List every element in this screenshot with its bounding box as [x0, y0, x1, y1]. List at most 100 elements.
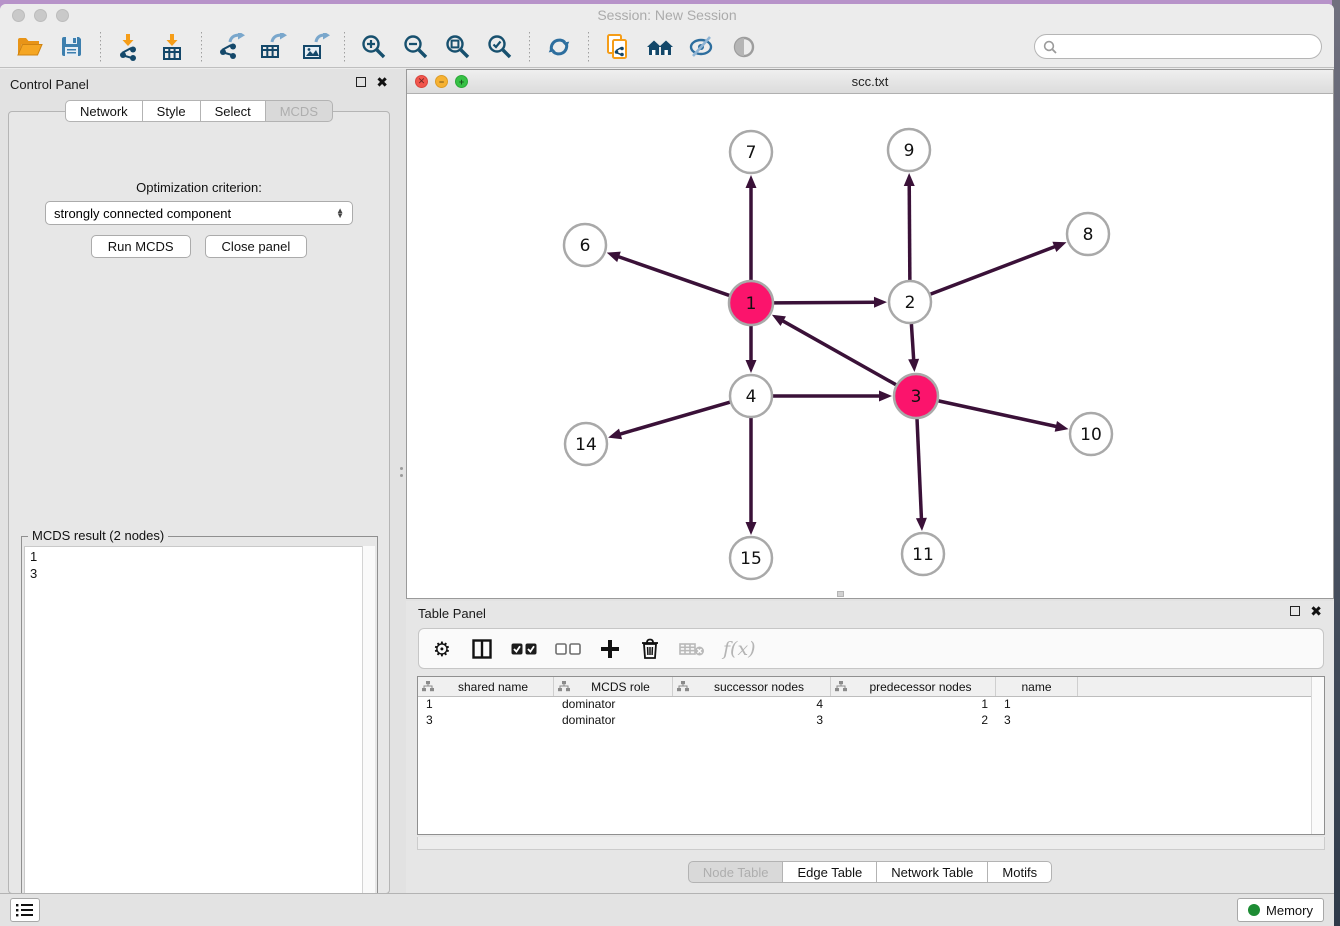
delete-column-icon[interactable] [639, 636, 661, 662]
table-cell: 3 [673, 713, 831, 729]
graph-edge-2-8[interactable] [931, 246, 1058, 294]
optimization-criterion-label: Optimization criterion: [9, 180, 389, 195]
table-scrollbar[interactable] [1311, 677, 1324, 834]
tab-node-table[interactable]: Node Table [688, 861, 784, 883]
control-panel: Control Panel ✖ Network Style Select MCD… [0, 72, 398, 894]
node-table: shared nameMCDS rolesuccessor nodesprede… [417, 676, 1325, 835]
refresh-view-icon[interactable] [542, 30, 576, 64]
optimization-criterion-select[interactable]: strongly connected component ▲▼ [45, 201, 353, 225]
graph-edge-3-10[interactable] [938, 401, 1058, 427]
mcds-result-line: 1 [30, 548, 374, 565]
window-titlebar: Session: New Session [0, 4, 1334, 26]
zoom-fit-icon[interactable] [441, 30, 475, 64]
tab-select[interactable]: Select [201, 100, 266, 122]
graph-edge-3-1[interactable] [781, 320, 896, 385]
graph-edge-1-2[interactable] [774, 302, 877, 303]
graph-edge-arrowhead [904, 173, 915, 186]
mcds-result-box: MCDS result (2 nodes) 1 3 [21, 536, 378, 919]
float-panel-icon[interactable] [356, 77, 366, 87]
mcds-result-scrollbar[interactable] [362, 546, 375, 916]
select-stepper-icon: ▲▼ [336, 208, 344, 218]
toolbar-separator [588, 32, 589, 62]
network-window-title: scc.txt [407, 74, 1333, 89]
zoom-selected-icon[interactable] [483, 30, 517, 64]
toggle-visibility-icon[interactable] [727, 30, 761, 64]
run-mcds-button[interactable]: Run MCDS [91, 235, 191, 258]
column-header-successor-nodes[interactable]: successor nodes [673, 677, 831, 696]
panel-splitter[interactable] [399, 459, 404, 485]
task-list-icon [16, 903, 34, 917]
graph-node-label: 2 [905, 293, 916, 313]
graph-edge-1-6[interactable] [616, 256, 729, 296]
toolbar-separator [344, 32, 345, 62]
mcds-panel-body: Optimization criterion: strongly connect… [8, 111, 390, 894]
open-session-icon[interactable] [12, 30, 46, 64]
import-table-icon[interactable] [155, 30, 189, 64]
column-header-shared-name[interactable]: shared name [418, 677, 554, 696]
select-all-icon[interactable] [511, 636, 537, 662]
column-header-predecessor-nodes[interactable]: predecessor nodes [831, 677, 996, 696]
tab-mcds[interactable]: MCDS [266, 100, 333, 122]
window-title: Session: New Session [0, 7, 1334, 23]
table-options-icon[interactable]: ⚙ [431, 636, 453, 662]
table-hscrollbar[interactable] [417, 837, 1325, 850]
close-table-panel-icon[interactable]: ✖ [1310, 606, 1322, 616]
task-history-button[interactable] [10, 898, 40, 922]
save-session-icon[interactable] [54, 30, 88, 64]
zoom-in-icon[interactable] [357, 30, 391, 64]
graph-node-label: 3 [911, 387, 922, 407]
graph-node-label: 7 [746, 143, 757, 163]
mcds-result-text[interactable]: 1 3 [24, 546, 375, 916]
toolbar-separator [201, 32, 202, 62]
column-header-name[interactable]: name [996, 677, 1078, 696]
table-row[interactable]: 1dominator411 [418, 697, 1324, 713]
export-image-icon[interactable] [298, 30, 332, 64]
delete-table-icon [679, 636, 705, 662]
deselect-all-icon[interactable] [555, 636, 581, 662]
float-table-panel-icon[interactable] [1290, 606, 1300, 616]
graph-edge-4-14[interactable] [618, 402, 730, 435]
memory-status-icon [1248, 904, 1260, 916]
toggle-style-icon[interactable] [685, 30, 719, 64]
export-table-icon[interactable] [256, 30, 290, 64]
tab-edge-table[interactable]: Edge Table [783, 861, 877, 883]
search-input[interactable] [1062, 39, 1321, 54]
zoom-out-icon[interactable] [399, 30, 433, 64]
column-layout-icon[interactable] [471, 636, 493, 662]
graph-edge-arrowhead [746, 360, 757, 373]
export-network-icon[interactable] [214, 30, 248, 64]
tab-motifs[interactable]: Motifs [988, 861, 1052, 883]
graph-node-label: 14 [575, 435, 597, 455]
memory-button[interactable]: Memory [1237, 898, 1324, 922]
table-cell: 1 [831, 697, 996, 713]
column-header-label: name [1000, 680, 1073, 694]
close-panel-button[interactable]: Close panel [205, 235, 308, 258]
graph-edge-2-3[interactable] [911, 324, 913, 362]
tab-style[interactable]: Style [143, 100, 201, 122]
table-panel: Table Panel ✖ ⚙ [406, 601, 1334, 897]
network-splitter-handle[interactable] [837, 591, 844, 597]
graph-edge-2-9[interactable] [909, 183, 910, 280]
add-column-icon[interactable] [599, 636, 621, 662]
graph-node-label: 10 [1080, 425, 1102, 445]
graph-edge-arrowhead [916, 518, 927, 531]
network-window-titlebar: ✕ − + scc.txt [407, 70, 1333, 94]
tab-network-table[interactable]: Network Table [877, 861, 988, 883]
close-panel-icon[interactable]: ✖ [376, 77, 388, 87]
table-row[interactable]: 3dominator323 [418, 713, 1324, 729]
import-network-icon[interactable] [113, 30, 147, 64]
first-neighbors-icon[interactable] [643, 30, 677, 64]
graph-node-label: 6 [580, 236, 591, 256]
graph-edge-3-11[interactable] [917, 419, 922, 521]
table-cell: 3 [418, 713, 554, 729]
graph-edge-arrowhead [1052, 242, 1066, 252]
network-canvas[interactable]: 1234678910111415 [407, 94, 1333, 598]
graph-edge-arrowhead [874, 297, 887, 308]
table-toolbar: ⚙ f(x) [418, 628, 1324, 669]
graph-node-label: 15 [740, 549, 762, 569]
function-builder-icon: f(x) [723, 636, 756, 662]
column-header-MCDS-role[interactable]: MCDS role [554, 677, 673, 696]
clone-network-icon[interactable] [601, 30, 635, 64]
graph-edge-arrowhead [879, 391, 892, 402]
tab-network[interactable]: Network [65, 100, 143, 122]
